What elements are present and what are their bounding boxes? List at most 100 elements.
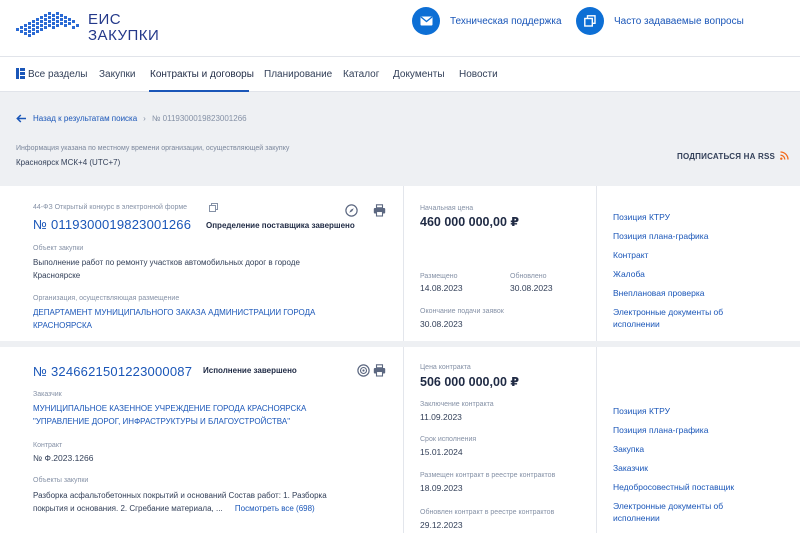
grid-icon bbox=[16, 68, 25, 82]
e-documents-line: Электронные документы об bbox=[613, 501, 724, 511]
contract-id: № Ф.2023.1266 bbox=[33, 453, 94, 463]
contract-status: Исполнение завершено bbox=[203, 366, 297, 375]
copy-number-icon[interactable] bbox=[209, 203, 218, 212]
contract-price-label: Цена контракта bbox=[420, 364, 471, 371]
logo-line-1: ЕИС bbox=[88, 11, 122, 28]
purchase-status: Определение поставщика завершено bbox=[206, 221, 355, 230]
russia-map-icon bbox=[16, 12, 79, 37]
support-label: Техническая поддержка bbox=[450, 15, 562, 27]
print-icon[interactable] bbox=[373, 364, 386, 377]
org-link[interactable]: ДЕПАРТАМЕНТ МУНИЦИПАЛЬНОГО ЗАКАЗА АДМИНИ… bbox=[33, 306, 373, 332]
purchase-objects: Разборка асфальтобетонных покрытий и осн… bbox=[33, 489, 393, 515]
e-documents-line: исполнении bbox=[613, 513, 660, 523]
logo-line-2: ЗАКУПКИ bbox=[88, 27, 160, 44]
plan-schedule-link[interactable]: Позиция плана-графика bbox=[613, 230, 708, 242]
org-line: ДЕПАРТАМЕНТ МУНИЦИПАЛЬНОГО ЗАКАЗА АДМИНИ… bbox=[33, 308, 316, 317]
posted-label: Размещено bbox=[420, 273, 458, 280]
object-label: Объект закупки bbox=[33, 245, 84, 252]
nav-active-underline bbox=[149, 90, 249, 92]
purchase-card: 44-ФЗ Открытый конкурс в электронной фор… bbox=[0, 186, 800, 341]
arrow-left-icon[interactable] bbox=[16, 114, 27, 123]
column-divider bbox=[596, 347, 597, 533]
nav-planning[interactable]: Планирование bbox=[264, 69, 332, 80]
term-label: Срок исполнения bbox=[420, 436, 477, 443]
purchase-link[interactable]: Закупка bbox=[613, 443, 644, 455]
e-documents-link[interactable]: Электронные документы об исполнении bbox=[613, 306, 723, 330]
target-icon[interactable] bbox=[357, 364, 370, 377]
complaint-link[interactable]: Жалоба bbox=[613, 268, 645, 280]
nav-documents[interactable]: Документы bbox=[393, 69, 445, 80]
deadline-date: 30.08.2023 bbox=[420, 319, 463, 329]
org-line: КРАСНОЯРСКА bbox=[33, 321, 93, 330]
breadcrumb: Назад к результатам поиска › № 011930001… bbox=[16, 114, 247, 123]
column-divider bbox=[403, 186, 404, 341]
purchase-objects-line: покрытия и основания. 2. Сгребание матер… bbox=[33, 504, 223, 513]
nav-catalog[interactable]: Каталог bbox=[343, 69, 379, 80]
customer-side-link[interactable]: Заказчик bbox=[613, 462, 648, 474]
contract-card: № 3246621501223000087 Исполнение заверше… bbox=[0, 347, 800, 533]
unfair-supplier-link[interactable]: Недобросовестный поставщик bbox=[613, 481, 734, 493]
registered-label: Размещен контракт в реестре контрактов bbox=[420, 472, 556, 479]
price-label: Начальная цена bbox=[420, 205, 474, 212]
term-date: 15.01.2024 bbox=[420, 447, 463, 457]
ktru-position-link[interactable]: Позиция КТРУ bbox=[613, 405, 670, 417]
timezone-note: Информация указана по местному времени о… bbox=[16, 145, 290, 152]
contract-number-link[interactable]: № 3246621501223000087 bbox=[33, 364, 192, 379]
support-link[interactable]: Техническая поддержка bbox=[412, 7, 562, 35]
registered-date: 18.09.2023 bbox=[420, 483, 463, 493]
purchase-object-line: Красноярске bbox=[33, 271, 81, 280]
law-type: 44-ФЗ Открытый конкурс в электронной фор… bbox=[33, 204, 188, 211]
initial-price: 460 000 000,00 ₽ bbox=[420, 215, 520, 229]
objects-label: Объекты закупки bbox=[33, 477, 89, 484]
contract-link[interactable]: Контракт bbox=[613, 249, 648, 261]
faq-label: Часто задаваемые вопросы bbox=[614, 15, 744, 27]
main-nav: Все разделы Закупки Контракты и договоры… bbox=[0, 57, 800, 92]
nav-purchases[interactable]: Закупки bbox=[99, 69, 135, 80]
concluded-label: Заключение контракта bbox=[420, 401, 494, 408]
compass-icon[interactable] bbox=[345, 204, 358, 217]
show-all-objects-link[interactable]: Посмотреть все (698) bbox=[235, 504, 315, 513]
concluded-date: 11.09.2023 bbox=[420, 412, 462, 422]
updated-date: 30.08.2023 bbox=[510, 283, 553, 293]
purchase-object-line: Выполнение работ по ремонту участков авт… bbox=[33, 258, 300, 267]
registry-updated-label: Обновлен контракт в реестре контрактов bbox=[420, 509, 555, 516]
e-documents-link[interactable]: Электронные документы об исполнении bbox=[613, 500, 723, 524]
customer-line: МУНИЦИПАЛЬНОЕ КАЗЕННОЕ УЧРЕЖДЕНИЕ ГОРОДА… bbox=[33, 404, 307, 413]
rss-icon[interactable] bbox=[780, 151, 789, 160]
eis-logo[interactable]: ЕИС ЗАКУПКИ bbox=[14, 8, 174, 48]
faq-link[interactable]: Часто задаваемые вопросы bbox=[576, 7, 744, 35]
nav-all-sections[interactable]: Все разделы bbox=[28, 69, 87, 80]
e-documents-line: исполнении bbox=[613, 319, 660, 329]
unscheduled-inspection-link[interactable]: Внеплановая проверка bbox=[613, 287, 704, 299]
customer-label: Заказчик bbox=[33, 391, 62, 398]
contract-label: Контракт bbox=[33, 442, 63, 449]
customer-line: "УПРАВЛЕНИЕ ДОРОГ, ИНФРАСТРУКТУРЫ И БЛАГ… bbox=[33, 417, 291, 426]
e-documents-line: Электронные документы об bbox=[613, 307, 724, 317]
copy-icon bbox=[576, 7, 604, 35]
deadline-label: Окончание подачи заявок bbox=[420, 308, 504, 315]
plan-schedule-link[interactable]: Позиция плана-графика bbox=[613, 424, 708, 436]
timezone-value: Красноярск МСК+4 (UTC+7) bbox=[16, 158, 121, 167]
breadcrumb-separator: › bbox=[143, 114, 146, 123]
org-label: Организация, осуществляющая размещение bbox=[33, 295, 180, 302]
contract-price: 506 000 000,00 ₽ bbox=[420, 375, 520, 389]
print-icon[interactable] bbox=[373, 204, 386, 217]
column-divider bbox=[403, 347, 404, 533]
purchase-number-link[interactable]: № 0119300019823001266 bbox=[33, 217, 191, 232]
ktru-position-link[interactable]: Позиция КТРУ bbox=[613, 211, 670, 223]
nav-news[interactable]: Новости bbox=[459, 69, 498, 80]
posted-date: 14.08.2023 bbox=[420, 283, 463, 293]
column-divider bbox=[596, 186, 597, 341]
customer-link[interactable]: МУНИЦИПАЛЬНОЕ КАЗЕННОЕ УЧРЕЖДЕНИЕ ГОРОДА… bbox=[33, 402, 373, 428]
back-to-results-link[interactable]: Назад к результатам поиска bbox=[33, 114, 137, 123]
mail-icon bbox=[412, 7, 440, 35]
nav-contracts[interactable]: Контракты и договоры bbox=[150, 69, 254, 80]
logo-text: ЕИС ЗАКУПКИ bbox=[88, 12, 159, 44]
purchase-object: Выполнение работ по ремонту участков авт… bbox=[33, 256, 363, 282]
purchase-objects-line: Разборка асфальтобетонных покрытий и осн… bbox=[33, 491, 327, 500]
registry-updated-date: 29.12.2023 bbox=[420, 520, 463, 530]
breadcrumb-current: № 0119300019823001266 bbox=[151, 114, 247, 123]
top-header: ЕИС ЗАКУПКИ Техническая поддержка Часто … bbox=[0, 0, 800, 57]
rss-subscribe-link[interactable]: ПОДПИСАТЬСЯ НА RSS bbox=[677, 152, 775, 161]
updated-label: Обновлено bbox=[510, 273, 547, 280]
